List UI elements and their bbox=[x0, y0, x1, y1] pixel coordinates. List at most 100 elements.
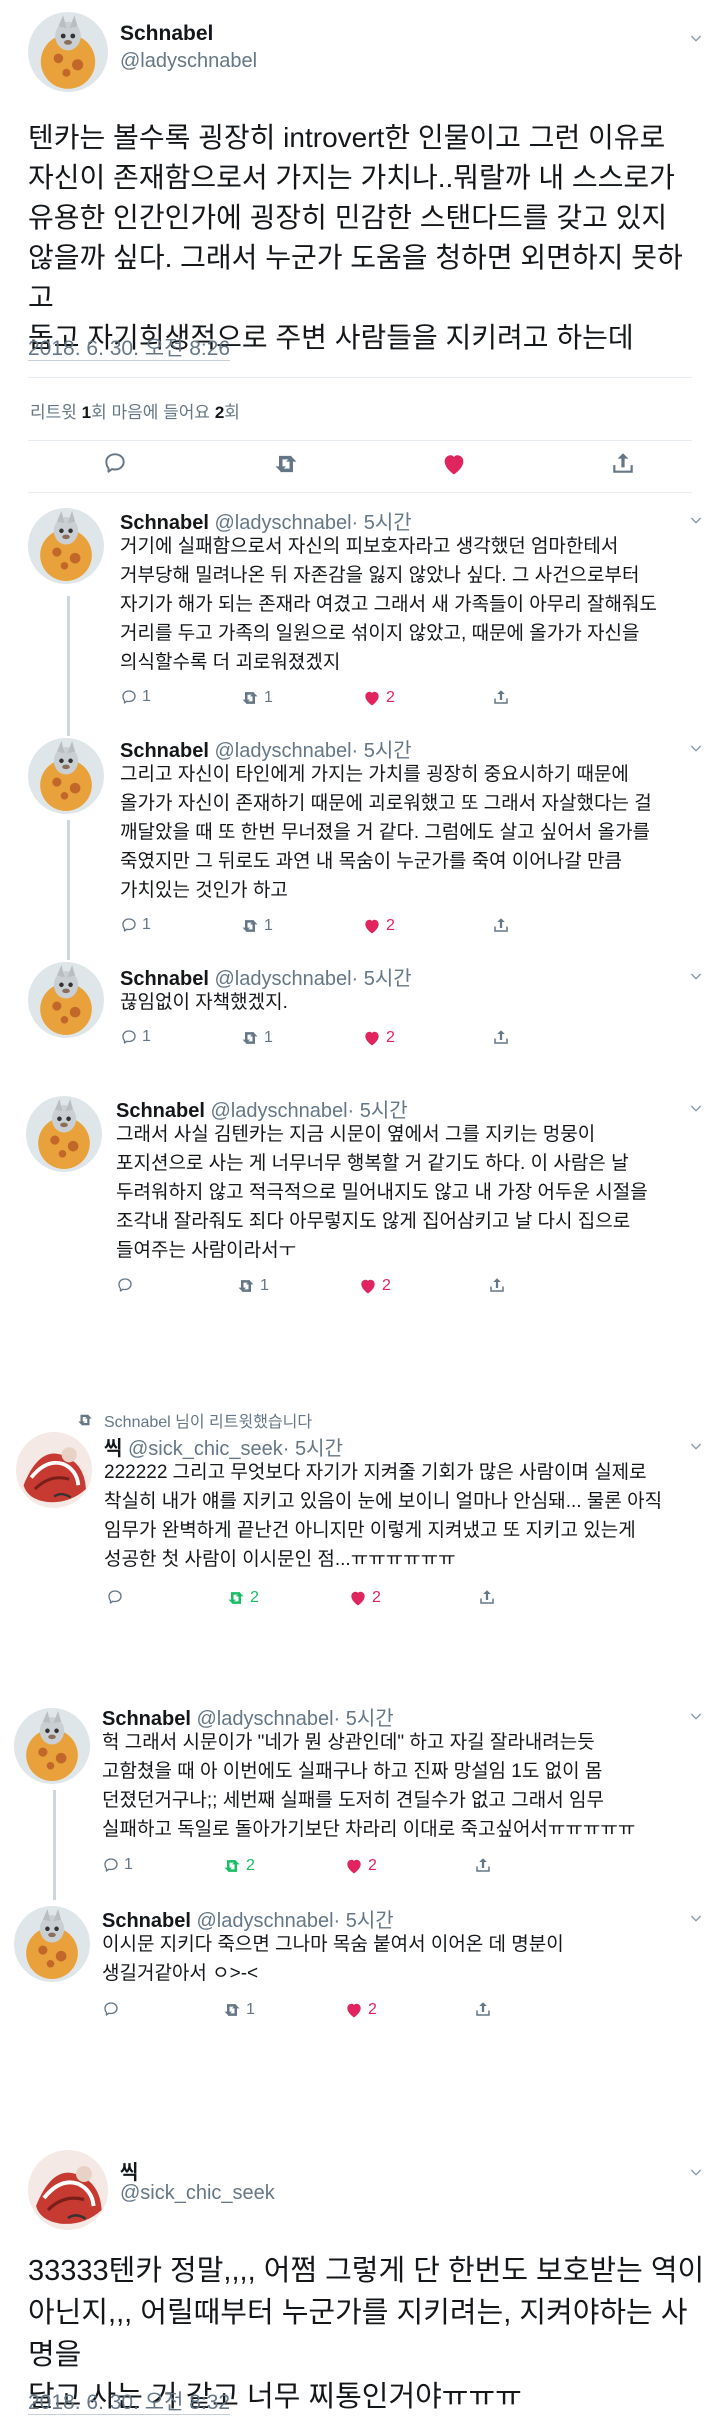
reply-action[interactable] bbox=[116, 1276, 138, 1294]
tweet-time[interactable]: · 5시간 bbox=[283, 1438, 343, 1460]
author-handle[interactable]: @ladyschnabel bbox=[210, 1100, 347, 1122]
retweet-action[interactable]: 1 bbox=[240, 1028, 273, 1048]
author-handle[interactable]: @sick_chic_seek bbox=[120, 2182, 275, 2205]
like-stat-label[interactable]: 마음에 들어요 bbox=[112, 403, 211, 422]
like-icon[interactable] bbox=[440, 450, 468, 478]
chevron-down-icon[interactable] bbox=[688, 1438, 704, 1454]
share-action[interactable] bbox=[478, 1588, 496, 1606]
reply-action[interactable] bbox=[102, 2000, 124, 2018]
reply-icon[interactable] bbox=[116, 1276, 134, 1294]
author-name[interactable]: Schnabel bbox=[120, 512, 209, 534]
avatar[interactable] bbox=[14, 1708, 90, 1784]
share-action[interactable] bbox=[474, 2000, 492, 2018]
tweet-time[interactable]: · 5시간 bbox=[348, 1100, 408, 1122]
author-name[interactable]: Schnabel bbox=[116, 1100, 205, 1122]
like-icon[interactable] bbox=[344, 2000, 364, 2020]
author-handle[interactable]: @ladyschnabel bbox=[214, 512, 351, 534]
chevron-down-icon[interactable] bbox=[688, 512, 704, 528]
reply-action[interactable]: 1 bbox=[102, 1856, 133, 1874]
retweet-notice[interactable]: Schnabel 님이 리트윗했습니다 bbox=[76, 1408, 312, 1432]
share-icon[interactable] bbox=[474, 1856, 492, 1874]
share-action[interactable] bbox=[492, 688, 510, 706]
like-action[interactable]: 2 bbox=[362, 688, 395, 708]
share-icon[interactable] bbox=[478, 1588, 496, 1606]
chevron-down-icon[interactable] bbox=[688, 1910, 704, 1926]
like-icon[interactable] bbox=[362, 1028, 382, 1048]
retweet-action[interactable]: 1 bbox=[240, 688, 273, 708]
reply-icon[interactable] bbox=[102, 1856, 120, 1874]
chevron-down-icon[interactable] bbox=[688, 1100, 704, 1116]
like-action[interactable]: 2 bbox=[344, 1856, 377, 1876]
reply-action[interactable]: 1 bbox=[120, 688, 151, 706]
share-icon[interactable] bbox=[492, 1028, 510, 1046]
reply-icon[interactable] bbox=[102, 2000, 120, 2018]
like-action[interactable]: 2 bbox=[348, 1588, 381, 1608]
avatar[interactable] bbox=[28, 2150, 108, 2230]
share-action[interactable] bbox=[492, 916, 510, 934]
reply-icon[interactable] bbox=[106, 1588, 124, 1606]
reply-icon[interactable] bbox=[102, 450, 128, 476]
share-icon[interactable] bbox=[492, 916, 510, 934]
author-handle[interactable]: @ladyschnabel bbox=[196, 1708, 333, 1730]
like-action[interactable]: 2 bbox=[362, 1028, 395, 1048]
retweet-action[interactable]: 1 bbox=[240, 916, 273, 936]
retweet-icon[interactable] bbox=[240, 688, 260, 708]
chevron-down-icon[interactable] bbox=[688, 1708, 704, 1724]
retweet-icon[interactable] bbox=[226, 1588, 246, 1608]
author-name[interactable]: 씩 bbox=[120, 2156, 138, 2185]
retweet-icon[interactable] bbox=[222, 1856, 242, 1876]
author-handle[interactable]: @ladyschnabel bbox=[214, 740, 351, 762]
retweet-icon[interactable] bbox=[272, 450, 300, 478]
reply-action[interactable]: 1 bbox=[120, 1028, 151, 1046]
like-icon[interactable] bbox=[362, 688, 382, 708]
share-action[interactable] bbox=[492, 1028, 510, 1046]
chevron-down-icon[interactable] bbox=[688, 30, 704, 46]
retweet-icon[interactable] bbox=[222, 2000, 242, 2020]
retweet-stat-count[interactable]: 1 bbox=[82, 403, 91, 422]
chevron-down-icon[interactable] bbox=[688, 2164, 704, 2180]
share-action[interactable] bbox=[488, 1276, 506, 1294]
retweet-action[interactable]: 2 bbox=[222, 1856, 255, 1876]
reply-action[interactable] bbox=[106, 1588, 128, 1606]
retweet-action[interactable]: 1 bbox=[236, 1276, 269, 1296]
share-icon[interactable] bbox=[610, 450, 636, 476]
avatar[interactable] bbox=[26, 1096, 102, 1172]
author-name[interactable]: Schnabel bbox=[102, 1708, 191, 1730]
retweet-action[interactable]: 2 bbox=[226, 1588, 259, 1608]
like-stat-count[interactable]: 2 bbox=[215, 403, 224, 422]
retweet-icon[interactable] bbox=[240, 1028, 260, 1048]
avatar[interactable] bbox=[28, 962, 104, 1038]
retweet-notice-text[interactable]: Schnabel 님이 리트윗했습니다 bbox=[104, 1408, 312, 1432]
author-handle[interactable]: @ladyschnabel bbox=[196, 1910, 333, 1932]
avatar[interactable] bbox=[14, 1906, 90, 1982]
author-name[interactable]: 씩 bbox=[104, 1438, 122, 1460]
author-name[interactable]: Schnabel bbox=[120, 968, 209, 990]
avatar[interactable] bbox=[28, 12, 108, 92]
like-icon[interactable] bbox=[358, 1276, 378, 1296]
tweet-time[interactable]: · 5시간 bbox=[334, 1708, 394, 1730]
author-handle[interactable]: @sick_chic_seek bbox=[128, 1438, 283, 1460]
avatar[interactable] bbox=[16, 1432, 92, 1508]
tweet-time[interactable]: · 5시간 bbox=[352, 968, 412, 990]
avatar[interactable] bbox=[28, 508, 104, 584]
retweet-icon[interactable] bbox=[236, 1276, 256, 1296]
tweet-timestamp[interactable]: 2018. 6. 30. 오전 8:32 bbox=[28, 2386, 231, 2416]
tweet-time[interactable]: · 5시간 bbox=[352, 512, 412, 534]
retweet-icon[interactable] bbox=[240, 916, 260, 936]
reply-icon[interactable] bbox=[120, 688, 138, 706]
author-name[interactable]: Schnabel bbox=[102, 1910, 191, 1932]
share-action[interactable] bbox=[474, 1856, 492, 1874]
author-handle[interactable]: @ladyschnabel bbox=[214, 968, 351, 990]
avatar[interactable] bbox=[28, 738, 104, 814]
share-icon[interactable] bbox=[474, 2000, 492, 2018]
author-handle[interactable]: @ladyschnabel bbox=[120, 50, 257, 73]
share-icon[interactable] bbox=[488, 1276, 506, 1294]
like-icon[interactable] bbox=[362, 916, 382, 936]
author-name[interactable]: Schnabel bbox=[120, 740, 209, 762]
chevron-down-icon[interactable] bbox=[688, 740, 704, 756]
retweet-stat-label[interactable]: 리트윗 bbox=[30, 403, 77, 422]
like-icon[interactable] bbox=[344, 1856, 364, 1876]
reply-action[interactable]: 1 bbox=[120, 916, 151, 934]
like-action[interactable]: 2 bbox=[362, 916, 395, 936]
like-icon[interactable] bbox=[348, 1588, 368, 1608]
